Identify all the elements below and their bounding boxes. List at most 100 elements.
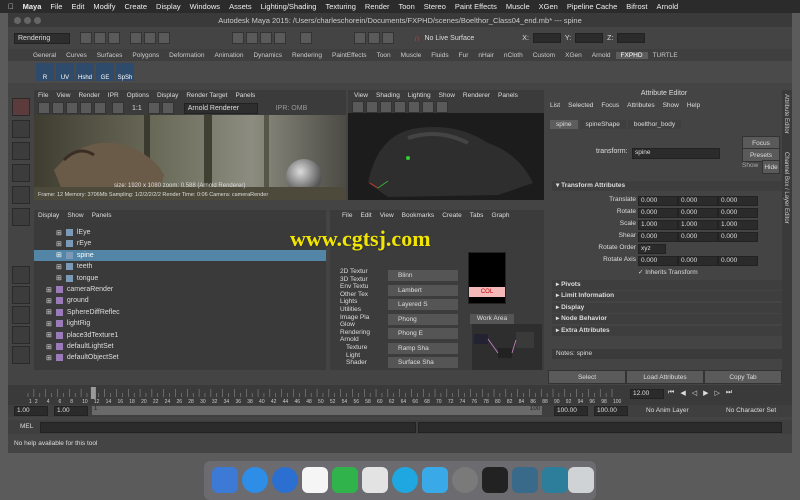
outliner-item[interactable]: ⊞ spine bbox=[34, 249, 326, 261]
mac-menu-pipeline-cache[interactable]: Pipeline Cache bbox=[567, 2, 617, 11]
transform-attributes-section[interactable]: ▾ Transform Attributes bbox=[552, 181, 782, 191]
y-field[interactable] bbox=[575, 33, 604, 43]
inherits-transform-checkbox[interactable]: ✓ Inherits Transform bbox=[638, 268, 698, 276]
open-scene-icon[interactable] bbox=[94, 32, 106, 44]
node-graph[interactable] bbox=[472, 324, 542, 370]
transform-name-field[interactable]: spine bbox=[632, 148, 720, 159]
expand-icon[interactable]: ⊞ bbox=[46, 331, 52, 339]
expand-icon[interactable]: ⊞ bbox=[46, 343, 52, 351]
layout-two-icon[interactable] bbox=[12, 306, 30, 324]
color-channel-icon[interactable] bbox=[112, 102, 124, 114]
render-settings-icon[interactable] bbox=[382, 32, 394, 44]
render-view-menu-render[interactable]: Render bbox=[78, 92, 99, 99]
render-view-menu-file[interactable]: File bbox=[38, 92, 48, 99]
hypershade-category[interactable]: Image Pla bbox=[340, 314, 388, 322]
work-area-tab[interactable]: Work Area bbox=[470, 314, 514, 324]
mac-menu-file[interactable]: File bbox=[50, 2, 62, 11]
attr-field-translate-y[interactable]: 0.000 bbox=[678, 196, 718, 206]
attribute-editor-side-tab[interactable]: Attribute Editor bbox=[783, 94, 789, 134]
snapshot-icon[interactable] bbox=[94, 102, 106, 114]
attr-field-rotate-y[interactable]: 0.000 bbox=[678, 208, 718, 218]
go-start-icon[interactable]: ⏮ bbox=[668, 389, 674, 397]
mac-menu-display[interactable]: Display bbox=[156, 2, 181, 11]
magnet-icon[interactable]: ∩ bbox=[414, 33, 420, 43]
rotate-axis-y[interactable]: 0.000 bbox=[678, 256, 718, 266]
shelf-tab-toon[interactable]: Toon bbox=[372, 52, 396, 59]
ae-tab-spineshape[interactable]: spineShape bbox=[579, 120, 626, 129]
play-back-icon[interactable]: ◁ bbox=[692, 389, 697, 397]
mac-menu-render[interactable]: Render bbox=[365, 2, 390, 11]
time-slider[interactable]: 1 2 4 6 8 10 12 14 16 18 20 22 24 26 28 30 32 34 36 38 40 42 4… bbox=[8, 385, 792, 405]
expand-icon[interactable]: ⊞ bbox=[46, 308, 52, 316]
ae-menu-focus[interactable]: Focus bbox=[601, 102, 619, 109]
notes-app-icon[interactable] bbox=[362, 467, 388, 493]
hypershade-category[interactable]: Rendering bbox=[340, 329, 388, 337]
calendar-icon[interactable] bbox=[302, 467, 328, 493]
outliner-item[interactable]: ⊞ ground bbox=[34, 295, 326, 306]
renderer-dropdown[interactable]: Arnold Renderer bbox=[183, 102, 258, 114]
viewport-menu-show[interactable]: Show bbox=[439, 92, 455, 99]
layout-outliner-icon[interactable] bbox=[12, 326, 30, 344]
render-frame-icon[interactable] bbox=[354, 32, 366, 44]
ae-menu-help[interactable]: Help bbox=[687, 102, 700, 109]
copy-tab-button[interactable]: Copy Tab bbox=[704, 370, 782, 384]
outliner-item[interactable]: ⊞ teeth bbox=[34, 261, 326, 272]
attr-field-translate-z[interactable]: 0.000 bbox=[718, 196, 758, 206]
maya-app-icon[interactable] bbox=[542, 467, 568, 493]
isolate-icon[interactable] bbox=[436, 101, 448, 113]
attr-field-rotate-z[interactable]: 0.000 bbox=[718, 208, 758, 218]
snap-grid-icon[interactable] bbox=[232, 32, 244, 44]
render-view-menu-view[interactable]: View bbox=[56, 92, 70, 99]
shelf-tab-curves[interactable]: Curves bbox=[61, 52, 92, 59]
expand-icon[interactable]: ⊞ bbox=[46, 354, 52, 362]
mac-menu-texturing[interactable]: Texturing bbox=[325, 2, 355, 11]
system-preferences-icon[interactable] bbox=[452, 467, 478, 493]
hypershade-category[interactable]: Light bbox=[340, 352, 388, 360]
outliner-item[interactable]: ⊞ rEye bbox=[34, 238, 326, 249]
ae-menu-list[interactable]: List bbox=[550, 102, 560, 109]
ae-section-limit-information[interactable]: ▸ Limit Information bbox=[552, 291, 782, 302]
shader-node[interactable]: Surface Sha bbox=[388, 357, 458, 368]
shelf-tab-fxphd[interactable]: FXPHD bbox=[615, 51, 648, 59]
attr-field-translate-x[interactable]: 0.000 bbox=[638, 196, 678, 206]
ipr-render-icon[interactable] bbox=[368, 32, 380, 44]
expand-icon[interactable]: ⊞ bbox=[46, 320, 52, 328]
ae-menu-selected[interactable]: Selected bbox=[568, 102, 593, 109]
keep-image-icon[interactable] bbox=[147, 102, 160, 114]
outliner-item[interactable]: ⊞ lEye bbox=[34, 227, 326, 238]
step-forward-icon[interactable]: ▷ bbox=[714, 389, 719, 397]
shelf-tab-deformation[interactable]: Deformation bbox=[164, 52, 209, 59]
ae-tab-spine[interactable]: spine bbox=[550, 120, 578, 129]
channel-box-side-tab[interactable]: Channel Box / Layer Editor bbox=[783, 152, 789, 224]
apple-icon[interactable]:  bbox=[8, 2, 14, 11]
finder-icon[interactable] bbox=[212, 467, 238, 493]
expand-icon[interactable]: ⊞ bbox=[46, 297, 52, 305]
end-time-field[interactable]: 100.00 bbox=[594, 406, 628, 416]
mac-menu-create[interactable]: Create bbox=[125, 2, 148, 11]
video-editor-icon[interactable] bbox=[482, 467, 508, 493]
shader-node[interactable]: Lambert bbox=[388, 284, 458, 296]
ipr-icon[interactable] bbox=[52, 102, 64, 114]
shelf-tab-surfaces[interactable]: Surfaces bbox=[92, 52, 128, 59]
smooth-shade-icon[interactable] bbox=[380, 101, 392, 113]
outliner-item[interactable]: ⊞ defaultObjectSet bbox=[34, 352, 326, 363]
current-frame-marker[interactable] bbox=[90, 387, 96, 399]
select-object-icon[interactable] bbox=[144, 32, 156, 44]
shelf-tab-general[interactable]: General bbox=[28, 52, 61, 59]
ae-section-extra-attributes[interactable]: ▸ Extra Attributes bbox=[552, 325, 782, 336]
shelf-button-spsh[interactable]: SpSh bbox=[116, 63, 134, 81]
move-tool-icon[interactable] bbox=[12, 164, 30, 182]
lasso-tool-icon[interactable] bbox=[12, 120, 30, 138]
expand-icon[interactable]: ⊞ bbox=[56, 240, 62, 248]
notes-field[interactable]: Notes: spine bbox=[552, 349, 782, 359]
skype-icon[interactable] bbox=[392, 467, 418, 493]
shelf-button-hshd[interactable]: Hshd bbox=[76, 63, 94, 81]
hypershade-category[interactable]: Arnold bbox=[340, 336, 388, 344]
trash-icon[interactable] bbox=[568, 467, 594, 493]
layout-four-icon[interactable] bbox=[12, 286, 30, 304]
outliner-item[interactable]: ⊞ SphereDiffReflec bbox=[34, 307, 326, 318]
start-time-field[interactable]: 1.00 bbox=[14, 406, 48, 416]
outliner-item[interactable]: ⊞ place3dTexture1 bbox=[34, 330, 326, 341]
play-icon[interactable]: ▶ bbox=[703, 389, 708, 397]
shader-node[interactable]: Phong E bbox=[388, 328, 458, 339]
